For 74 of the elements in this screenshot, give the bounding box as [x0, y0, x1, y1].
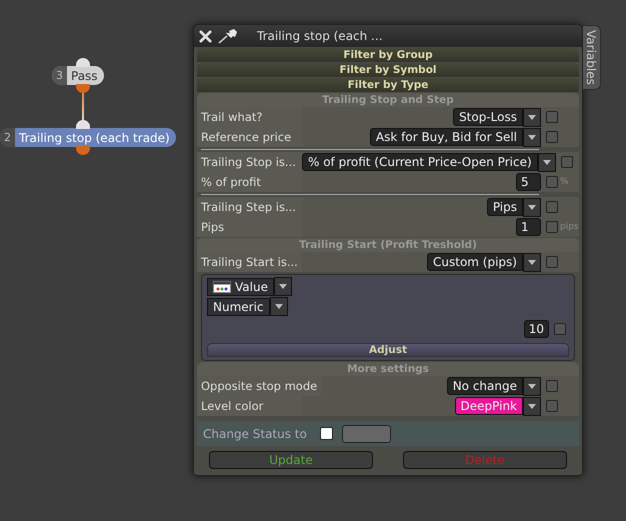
flow-node[interactable]: 3 Pass: [52, 66, 104, 85]
caret-icon: [528, 114, 536, 120]
dropdown-arrow-button[interactable]: [523, 376, 541, 396]
dropdown-arrow-button[interactable]: [538, 152, 556, 172]
checkbox[interactable]: [546, 256, 558, 268]
caret-icon: [542, 160, 551, 164]
dropdown-arrow-button[interactable]: [274, 277, 292, 296]
unit-label: pips: [559, 222, 579, 232]
dropdown[interactable]: Numeric: [207, 298, 270, 316]
dropdown-arrow-button[interactable]: [523, 198, 541, 216]
caret-icon: [278, 284, 287, 289]
field-label: Level color: [197, 396, 302, 416]
field-label: Trailing Step is...: [197, 197, 302, 217]
dropdown-arrow-button[interactable]: [523, 252, 541, 272]
node-number: 3: [52, 66, 67, 85]
field-label: Trail what?: [197, 107, 302, 127]
field-label: Reference price: [197, 127, 302, 147]
field-label: % of profit: [197, 172, 302, 192]
checkbox[interactable]: [546, 176, 558, 188]
input-port-icon[interactable]: [76, 58, 90, 67]
dropdown-arrow-button[interactable]: [523, 396, 541, 416]
caret-icon: [528, 204, 536, 210]
dropdown[interactable]: Ask for Buy, Bid for Sell: [370, 128, 523, 146]
caret-icon: [528, 134, 536, 140]
input-port-icon[interactable]: [76, 120, 90, 129]
checkbox[interactable]: [546, 221, 558, 233]
dropdown[interactable]: Stop-Loss: [453, 108, 523, 126]
caret-icon: [528, 384, 536, 388]
dropdown[interactable]: DeepPink: [454, 397, 523, 415]
flow-node[interactable]: 2 Trailing stop (each trade): [0, 128, 176, 147]
caret-icon: [274, 304, 283, 309]
checkbox[interactable]: [560, 156, 573, 168]
dropdown-arrow-button[interactable]: [270, 297, 288, 316]
filter-header[interactable]: Filter by Type: [197, 78, 579, 92]
window-title: Trailing stop (each ...: [257, 29, 383, 43]
number-field[interactable]: 1: [516, 218, 541, 236]
field-label: Pips: [197, 217, 302, 237]
number-field[interactable]: 10: [524, 320, 549, 338]
node-label: Trailing stop (each trade): [18, 130, 171, 144]
checkbox[interactable]: [554, 323, 566, 335]
dropdown[interactable]: % of profit (Current Price-Open Price): [302, 153, 538, 171]
status-label: Change Status to: [202, 426, 307, 440]
checkbox[interactable]: [320, 427, 333, 440]
caret-icon: [528, 404, 536, 408]
dropdown[interactable]: Custom (pips): [427, 253, 523, 271]
number-field[interactable]: 5: [516, 173, 541, 191]
checkbox[interactable]: [546, 400, 558, 412]
dropdown[interactable]: No change: [446, 377, 523, 395]
dropdown[interactable]: Value: [207, 278, 274, 296]
caret-icon: [528, 260, 536, 264]
dropdown-arrow-button[interactable]: [523, 108, 541, 126]
checkbox[interactable]: [546, 131, 558, 143]
field-label: Trailing Stop is...: [197, 152, 302, 172]
value-icon: [213, 280, 231, 292]
adjust-button[interactable]: Adjust: [207, 343, 569, 357]
close-icon[interactable]: [199, 30, 212, 42]
node-label: Pass: [70, 68, 99, 82]
output-port-icon[interactable]: [76, 146, 90, 155]
output-port-icon[interactable]: [76, 84, 90, 93]
dropdown[interactable]: Pips: [486, 198, 523, 216]
unit-label: %: [559, 177, 570, 187]
checkbox[interactable]: [546, 111, 558, 123]
variables-tab[interactable]: Variables: [583, 25, 601, 90]
filter-header[interactable]: Filter by Symbol: [197, 63, 579, 77]
node-number: 2: [0, 128, 15, 147]
filter-header[interactable]: Filter by Group: [197, 48, 579, 62]
update-button[interactable]: Update: [209, 451, 373, 469]
pin-icon[interactable]: [218, 28, 238, 44]
field-label: Opposite stop mode: [197, 376, 322, 396]
checkbox[interactable]: [546, 201, 558, 213]
field-label: Trailing Start is...: [197, 252, 302, 272]
checkbox[interactable]: [546, 380, 558, 392]
status-field[interactable]: [342, 424, 391, 442]
dropdown-arrow-button[interactable]: [523, 128, 541, 146]
